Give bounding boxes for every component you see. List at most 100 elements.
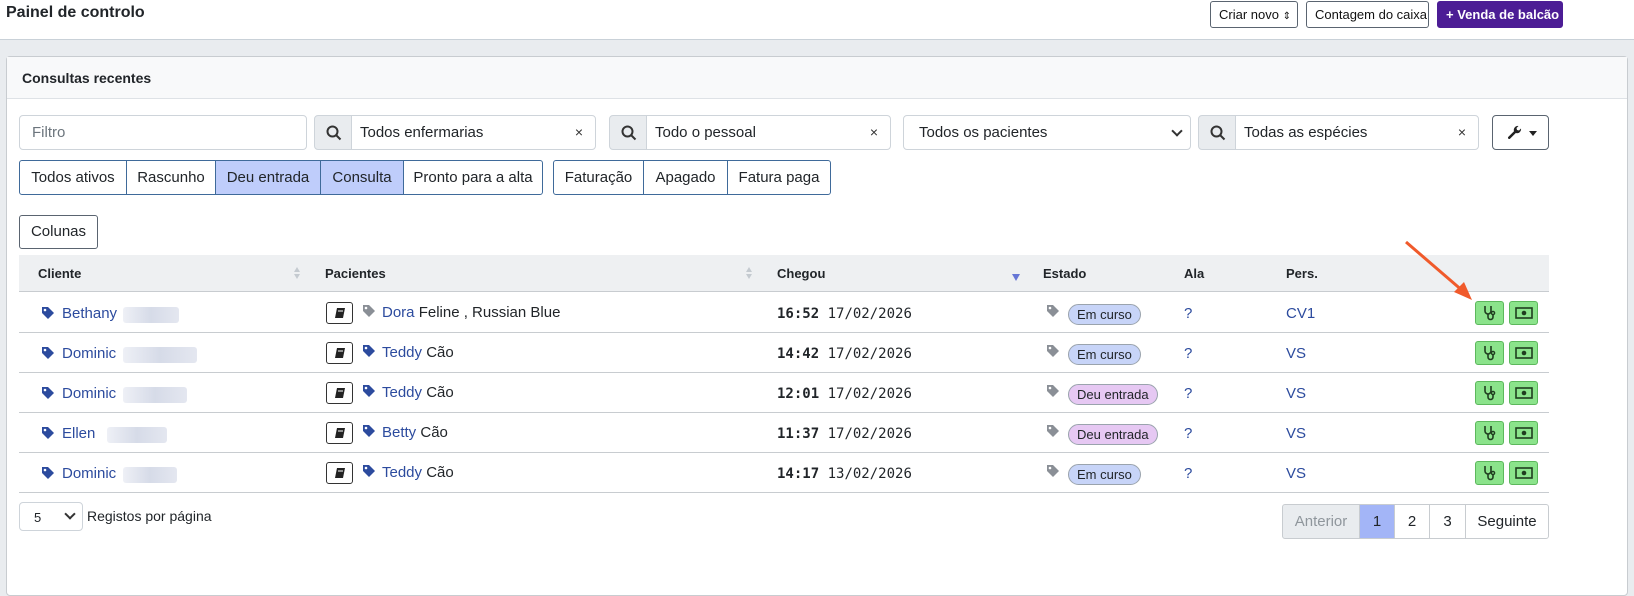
- sort-icon[interactable]: [294, 267, 301, 281]
- header-arrived[interactable]: Chegou: [777, 266, 825, 281]
- client-link[interactable]: Dominic: [62, 385, 116, 402]
- caret-down-icon: [1529, 131, 1537, 136]
- table-row[interactable]: Dominic Teddy Cão 14:42 17/02/2026 Em curso…: [19, 333, 1549, 373]
- species-search-addon[interactable]: [1198, 115, 1236, 150]
- book-icon: [335, 468, 345, 478]
- record-book-button[interactable]: [326, 342, 353, 364]
- cash-count-button[interactable]: Contagem do caixa: [1306, 1, 1429, 28]
- tab-checked-in[interactable]: Deu entrada: [215, 160, 321, 195]
- clear-species-icon[interactable]: ×: [1458, 124, 1466, 140]
- sort-desc-icon[interactable]: [1012, 274, 1020, 281]
- patients-select[interactable]: Todos os pacientes: [903, 115, 1191, 150]
- consultation-button[interactable]: [1475, 341, 1504, 365]
- search-icon: [326, 125, 342, 141]
- tab-invoice-paid[interactable]: Fatura paga: [727, 160, 831, 195]
- table-header: Cliente Pacientes Chegou Estado Ala Pers…: [19, 255, 1549, 292]
- staff-link[interactable]: VS: [1286, 465, 1306, 482]
- ward-filter[interactable]: Todos enfermarias ×: [314, 115, 596, 150]
- book-icon: [335, 348, 345, 358]
- ward-search-addon[interactable]: [314, 115, 352, 150]
- species-filter[interactable]: Todas as espécies ×: [1198, 115, 1479, 150]
- tag-icon: [41, 466, 55, 483]
- header-ward[interactable]: Ala: [1184, 266, 1204, 281]
- patient-link[interactable]: Teddy: [382, 384, 422, 401]
- page-3-button[interactable]: 3: [1429, 504, 1466, 539]
- record-book-button[interactable]: [326, 462, 353, 484]
- table-row[interactable]: Dominic Teddy Cão 12:01 17/02/2026 Deu entr…: [19, 373, 1549, 413]
- create-new-button[interactable]: Criar novo ⇕: [1210, 1, 1298, 28]
- staff-link[interactable]: VS: [1286, 345, 1306, 362]
- clear-ward-icon[interactable]: ×: [575, 124, 583, 140]
- tab-ready-for-discharge[interactable]: Pronto para a alta: [403, 160, 543, 195]
- tab-billing[interactable]: Faturação: [553, 160, 644, 195]
- filter-input[interactable]: Filtro: [19, 115, 307, 150]
- client-link[interactable]: Bethany: [62, 305, 117, 322]
- patient-link[interactable]: Dora: [382, 304, 415, 321]
- client-link[interactable]: Ellen: [62, 425, 95, 442]
- tab-draft[interactable]: Rascunho: [126, 160, 216, 195]
- next-page-button[interactable]: Seguinte: [1465, 504, 1549, 539]
- arrival-date: 13/02/2026: [827, 466, 912, 482]
- header-client[interactable]: Cliente: [38, 266, 81, 281]
- staff-search-addon[interactable]: [609, 115, 647, 150]
- book-icon: [335, 428, 345, 438]
- record-book-button[interactable]: [326, 422, 353, 444]
- redacted-surname: [123, 387, 188, 403]
- money-icon: [1515, 467, 1533, 479]
- patient-link[interactable]: Teddy: [382, 464, 422, 481]
- columns-button[interactable]: Colunas: [19, 215, 98, 249]
- ward-select[interactable]: Todos enfermarias ×: [351, 115, 596, 150]
- tag-icon: [1046, 464, 1060, 481]
- consultation-button[interactable]: [1475, 461, 1504, 485]
- table-row[interactable]: Bethany Dora Feline , Russian Blue 16:52 1…: [19, 293, 1549, 333]
- record-book-button[interactable]: [326, 382, 353, 404]
- consultation-button[interactable]: [1475, 301, 1504, 325]
- header-status[interactable]: Estado: [1043, 266, 1086, 281]
- tag-icon: [41, 386, 55, 403]
- staff-filter[interactable]: Todo o pessoal ×: [609, 115, 891, 150]
- ward-link[interactable]: ?: [1184, 425, 1192, 442]
- previous-page-button[interactable]: Anterior: [1282, 504, 1360, 539]
- ward-link[interactable]: ?: [1184, 385, 1192, 402]
- tab-deleted[interactable]: Apagado: [643, 160, 728, 195]
- ward-link[interactable]: ?: [1184, 345, 1192, 362]
- book-icon: [335, 308, 345, 318]
- client-link[interactable]: Dominic: [62, 465, 116, 482]
- filter-placeholder: Filtro: [32, 124, 66, 141]
- invoice-button[interactable]: [1509, 381, 1538, 405]
- invoice-button[interactable]: [1509, 301, 1538, 325]
- status-badge: Deu entrada: [1068, 424, 1158, 445]
- invoice-button[interactable]: [1509, 461, 1538, 485]
- staff-link[interactable]: VS: [1286, 385, 1306, 402]
- client-link[interactable]: Dominic: [62, 345, 116, 362]
- counter-sale-button[interactable]: + Venda de balcão: [1437, 1, 1563, 28]
- header-staff[interactable]: Pers.: [1286, 266, 1318, 281]
- patient-link[interactable]: Betty: [382, 424, 416, 441]
- record-book-button[interactable]: [326, 302, 353, 324]
- table-row[interactable]: Ellen Betty Cão 11:37 17/02/2026 Deu entrad…: [19, 413, 1549, 453]
- tab-all-active[interactable]: Todos ativos: [19, 160, 127, 195]
- consultation-button[interactable]: [1475, 421, 1504, 445]
- invoice-button[interactable]: [1509, 341, 1538, 365]
- page-1-button[interactable]: 1: [1359, 504, 1395, 539]
- consultation-button[interactable]: [1475, 381, 1504, 405]
- page-size-select[interactable]: 5: [19, 502, 83, 531]
- settings-dropdown-button[interactable]: [1492, 115, 1549, 150]
- staff-link[interactable]: VS: [1286, 425, 1306, 442]
- ward-link[interactable]: ?: [1184, 305, 1192, 322]
- tab-consultation[interactable]: Consulta: [320, 160, 404, 195]
- top-bar: Painel de controlo Criar novo ⇕ Contagem…: [0, 0, 1634, 40]
- header-patients[interactable]: Pacientes: [325, 266, 386, 281]
- staff-select[interactable]: Todo o pessoal ×: [646, 115, 891, 150]
- staff-link[interactable]: CV1: [1286, 305, 1315, 322]
- invoice-button[interactable]: [1509, 421, 1538, 445]
- stethoscope-icon: [1484, 386, 1496, 401]
- clear-staff-icon[interactable]: ×: [870, 124, 878, 140]
- stethoscope-icon: [1484, 306, 1496, 321]
- ward-link[interactable]: ?: [1184, 465, 1192, 482]
- patient-link[interactable]: Teddy: [382, 344, 422, 361]
- table-row[interactable]: Dominic Teddy Cão 14:17 13/02/2026 Em curso…: [19, 453, 1549, 493]
- sort-icon[interactable]: [746, 267, 753, 281]
- page-2-button[interactable]: 2: [1394, 504, 1430, 539]
- species-select[interactable]: Todas as espécies ×: [1235, 115, 1479, 150]
